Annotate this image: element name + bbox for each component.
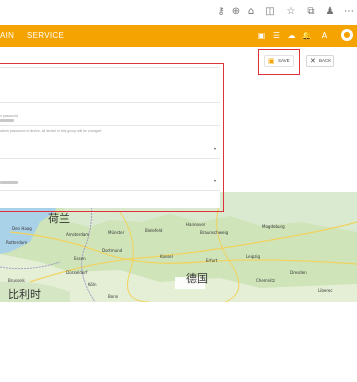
city-label: Den Haag [12,226,32,231]
reader-icon[interactable]: ⌂ [245,6,257,18]
city-label: Liberec [318,288,333,293]
app-header: AIN SERVICE ▣ ☰ ☁ 🔔 A ● [0,25,357,47]
save-button[interactable]: ▣ SAVE [264,55,294,67]
city-label: Münster [108,230,125,235]
nav-main[interactable]: AIN [0,31,14,40]
back-button[interactable]: ✕ BACK [306,55,334,67]
city-label: Braunschweig [200,230,229,235]
city-label: Erfurt [206,258,218,263]
qr-icon[interactable]: ▣ [256,30,267,41]
city-label: Dortmund [102,248,123,253]
city-label: Bielefeld [145,228,163,233]
city-label: Hannover [186,222,206,227]
country-label: 比利时 [8,288,41,301]
cloud-icon[interactable]: ☁ [286,30,297,41]
zoom-icon[interactable]: ⊕ [230,6,242,18]
city-label: Kassel [160,254,173,259]
browser-toolbar: ⚷ ⊕ ⌂ ◫ ☆ ⧉ ♟ ⋯ [0,0,357,25]
language-icon[interactable]: A [319,30,330,41]
country-label: 德国 [186,272,208,285]
city-label: Rotterdam [6,240,28,245]
collections-icon[interactable]: ⧉ [305,6,317,18]
city-label: Essen [74,256,86,261]
city-label: Brussels [8,278,25,283]
city-label: Bonn [108,294,119,299]
form-highlight [0,63,224,212]
profile-icon[interactable]: ♟ [324,6,336,18]
country-label: 荷兰 [48,212,70,225]
nav-service[interactable]: SERVICE [27,31,64,40]
bell-icon[interactable]: 🔔 [301,30,312,41]
city-label: Chemnitz [256,278,275,283]
list-icon[interactable]: ☰ [271,30,282,41]
close-icon: ✕ [310,57,316,65]
key-icon[interactable]: ⚷ [215,6,227,18]
city-label: Düsseldorf [66,270,88,275]
city-label: Amsterdam [66,232,90,237]
more-icon[interactable]: ⋯ [343,6,355,18]
user-avatar[interactable]: ● [341,29,353,41]
favorite-icon[interactable]: ☆ [285,6,297,18]
city-label: Köln [88,282,97,287]
city-label: Leipzig [246,254,261,259]
floppy-icon: ▣ [268,57,275,65]
extensions-icon[interactable]: ◫ [264,6,276,18]
city-label: Dresden [290,270,307,275]
city-label: Magdeburg [262,224,285,229]
